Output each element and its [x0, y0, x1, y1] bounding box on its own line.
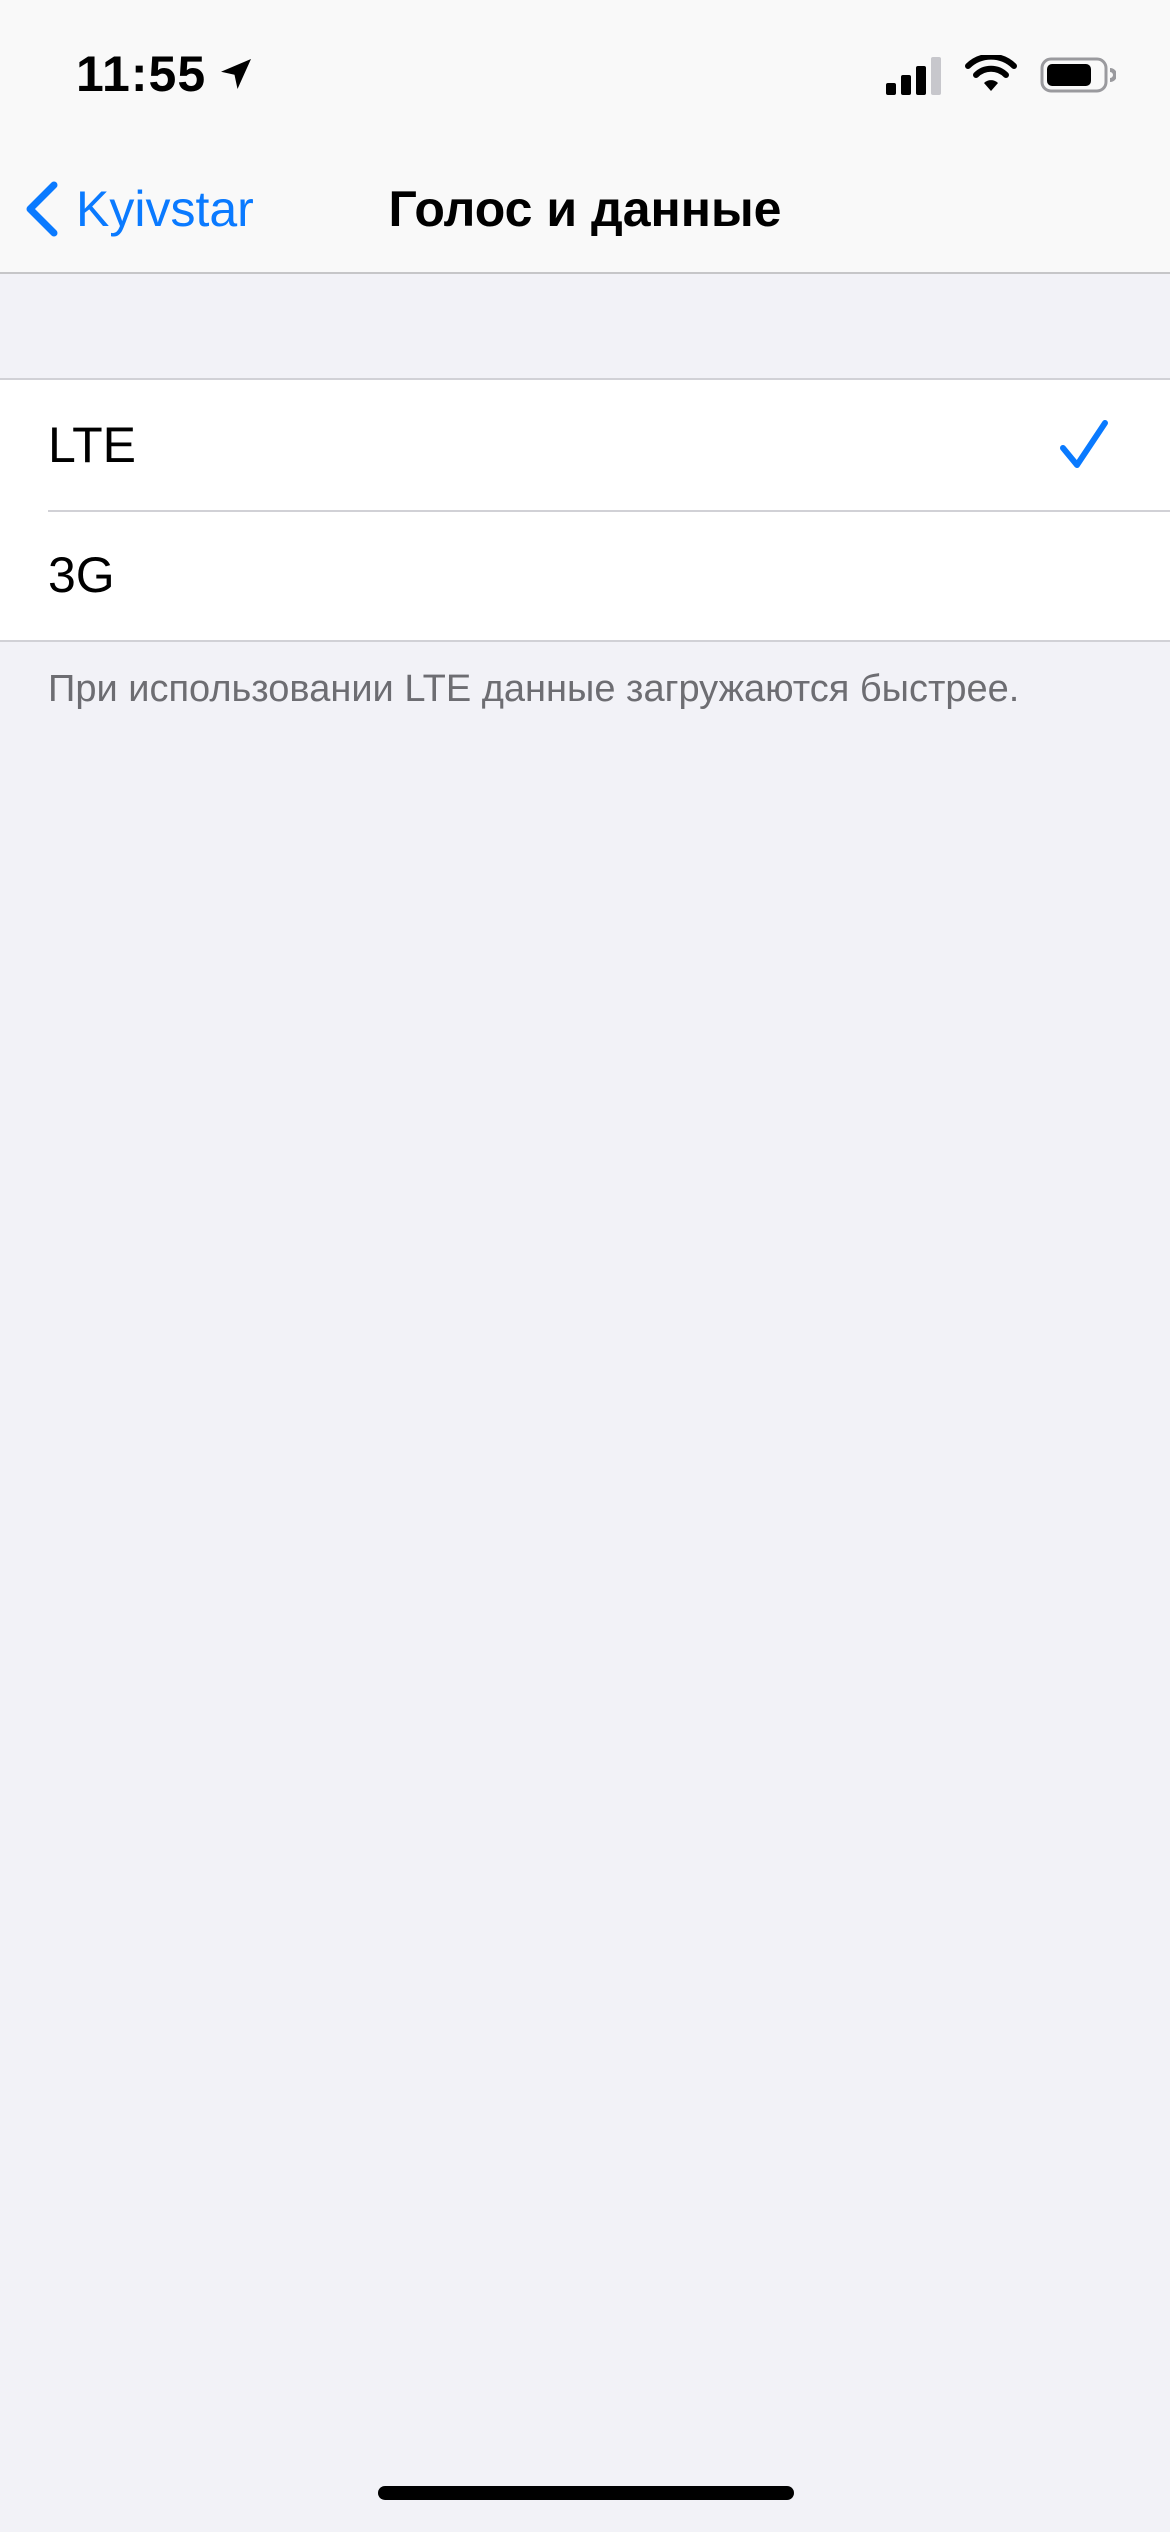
option-label-lte: LTE [48, 417, 136, 473]
option-row-3g[interactable]: 3G [0, 510, 1170, 640]
location-arrow-icon [221, 59, 252, 89]
cellular-signal-icon [886, 57, 941, 95]
page-title: Голос и данные [388, 181, 782, 237]
network-options-list: LTE 3G [0, 378, 1170, 642]
battery-icon [1040, 57, 1116, 93]
home-indicator[interactable] [378, 2486, 794, 2500]
option-label-3g: 3G [48, 547, 115, 603]
checkmark-icon [1060, 420, 1108, 468]
status-time: 11:55 [76, 46, 207, 102]
option-row-lte[interactable]: LTE [0, 380, 1170, 510]
status-icons [886, 50, 1116, 100]
status-bar: 11:55 [0, 0, 1170, 150]
navigation-bar: Kyivstar Голос и данные [0, 150, 1170, 270]
status-time-group: 11:55 [76, 42, 254, 106]
wifi-icon [965, 55, 1017, 91]
section-footer-note: При использовании LTE данные загружаются… [48, 668, 1020, 710]
top-bar: 11:55 Kyivstar Голос и данные [0, 0, 1170, 274]
